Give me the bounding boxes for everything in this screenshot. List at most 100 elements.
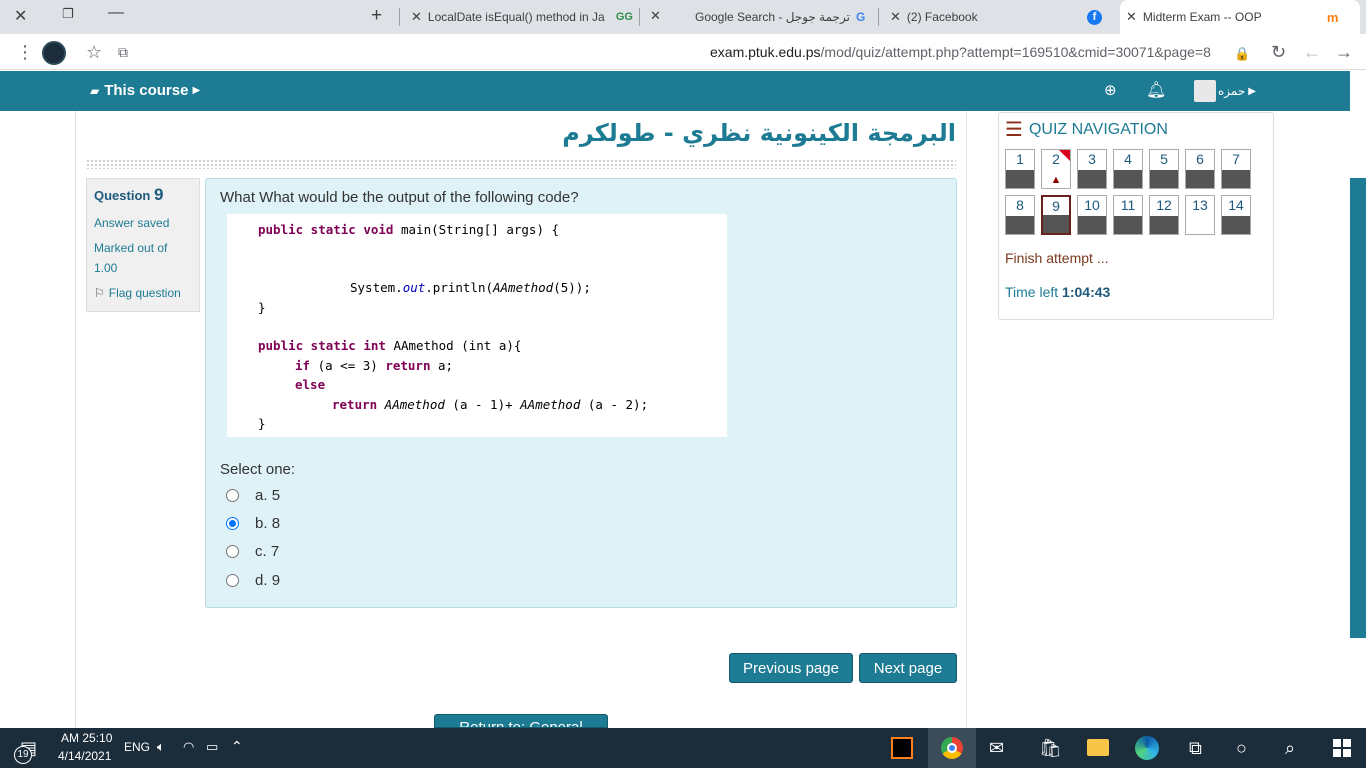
moodle-icon: m	[1326, 9, 1339, 25]
quiz-nav-button-9[interactable]: 9	[1041, 195, 1071, 235]
quiz-nav-button-11[interactable]: 11	[1113, 195, 1143, 235]
chrome-icon[interactable]	[928, 728, 976, 768]
close-window-icon[interactable]: ✕	[14, 6, 27, 26]
main-content: البرمجة الكينونية نظري - طولكرم Question…	[75, 111, 967, 728]
tab-label: Midterm Exam -- OOP	[1142, 10, 1262, 24]
caret-right-icon: ▶	[1248, 85, 1256, 97]
user-menu[interactable]: حمزه ▶	[1194, 80, 1256, 102]
notifications-bell-icon[interactable]: 🔔︎	[1146, 80, 1166, 100]
this-course-menu[interactable]: ▰ This course ▶	[90, 82, 200, 99]
radio-button[interactable]	[226, 488, 239, 502]
answered-indicator	[1222, 170, 1250, 188]
quiz-nav-button-5[interactable]: 5	[1149, 149, 1179, 189]
quiz-nav-button-12[interactable]: 12	[1149, 195, 1179, 235]
quiz-nav-number: 13	[1192, 197, 1208, 213]
answered-indicator	[1222, 216, 1250, 234]
quiz-nav-button-2[interactable]: 2 ▲	[1041, 149, 1071, 189]
return-to-general-button[interactable]: Return to: General	[434, 714, 608, 728]
store-icon[interactable]: 🛍︎	[1039, 736, 1062, 760]
answer-option-a[interactable]: a. 5	[226, 485, 280, 505]
close-tab-icon[interactable]: ✕	[890, 9, 901, 25]
intellij-icon[interactable]	[891, 737, 913, 759]
cortana-icon[interactable]: ○	[1236, 736, 1247, 760]
quiz-nav-button-3[interactable]: 3	[1077, 149, 1107, 189]
quiz-nav-number: 6	[1196, 151, 1204, 167]
radio-button[interactable]	[226, 544, 239, 558]
quiz-nav-number: 12	[1156, 197, 1172, 213]
language-indicator[interactable]: ENG	[124, 740, 150, 754]
battery-icon[interactable]: ▭	[206, 739, 218, 755]
address-bar[interactable]: exam.ptuk.edu.ps/mod/quiz/attempt.php?at…	[710, 44, 1211, 60]
quiz-nav-button-1[interactable]: 1	[1005, 149, 1035, 189]
quiz-nav-number: 7	[1232, 151, 1240, 167]
tab-midterm-exam[interactable]: ✕ Midterm Exam -- OOP m	[1120, 0, 1360, 34]
option-letter: d.	[255, 571, 268, 589]
task-view-icon[interactable]: ⧉	[1189, 736, 1202, 760]
question-text: What What would be the output of the fol…	[220, 189, 579, 206]
flagged-corner-icon	[1059, 150, 1070, 161]
radio-button[interactable]	[226, 573, 239, 587]
question-number-value: 9	[153, 185, 164, 204]
answered-indicator	[1150, 170, 1178, 188]
answered-indicator	[1078, 216, 1106, 234]
file-explorer-icon[interactable]	[1087, 739, 1109, 756]
tab-label: LocalDate isEqual() method in Ja	[427, 10, 605, 24]
answer-option-d[interactable]: d. 9	[226, 570, 280, 590]
previous-page-button[interactable]: Previous page	[729, 653, 853, 683]
answer-option-b[interactable]: b. 8	[226, 513, 280, 533]
answered-indicator	[1043, 215, 1069, 233]
question-grade: Marked out of 1.00	[94, 241, 168, 275]
restore-window-icon[interactable]: ❐	[62, 6, 74, 22]
volume-icon[interactable]: 🔈︎	[157, 739, 165, 755]
menu-icon[interactable]: ⋮	[16, 42, 34, 62]
clock-time[interactable]: AM 25:10	[61, 731, 112, 745]
profile-avatar[interactable]	[42, 41, 66, 65]
chevron-up-icon[interactable]: ⌃	[231, 738, 243, 755]
windows-start-icon[interactable]	[1333, 739, 1351, 757]
time-left: Time left 1:04:43	[1005, 284, 1110, 300]
lock-icon: 🔒	[1234, 46, 1251, 61]
reload-icon[interactable]: ↻	[1271, 42, 1286, 62]
tab-localdate[interactable]: ✕ LocalDate isEqual() method in Ja GG	[405, 0, 633, 34]
answered-indicator	[1114, 170, 1142, 188]
quiz-nav-button-6[interactable]: 6	[1185, 149, 1215, 189]
clock-date[interactable]: 4/14/2021	[58, 749, 111, 763]
close-tab-icon[interactable]: ✕	[650, 8, 661, 24]
quiz-nav-button-4[interactable]: 4	[1113, 149, 1143, 189]
close-tab-icon[interactable]: ✕	[1126, 9, 1137, 25]
minimize-window-icon[interactable]: —	[108, 4, 124, 22]
mail-icon[interactable]: ✉	[989, 736, 1004, 760]
code-line: System.out.println(AAmethod(5));	[350, 280, 591, 295]
quiz-nav-number: 1	[1016, 151, 1024, 167]
radio-button[interactable]	[226, 516, 239, 530]
search-icon[interactable]: ⌕	[1285, 736, 1295, 760]
tab-facebook[interactable]: ✕ (2) Facebook f	[884, 0, 1114, 34]
messages-icon[interactable]: ⊕	[1104, 81, 1117, 99]
book-icon: ▰	[90, 83, 100, 98]
flag-question-button[interactable]: ⚐ Flag question	[94, 283, 192, 303]
translate-icon[interactable]: ⧉	[118, 42, 128, 62]
finish-attempt-link[interactable]: Finish attempt ...	[1005, 250, 1108, 266]
star-icon[interactable]: ☆	[86, 42, 102, 62]
quiz-nav-button-14[interactable]: 14	[1221, 195, 1251, 235]
code-line: return AAmethod (a - 1)+ AAmethod (a - 2…	[332, 397, 649, 412]
close-tab-icon[interactable]: ✕	[411, 9, 422, 25]
new-tab-icon[interactable]: +	[371, 5, 382, 27]
hamburger-icon[interactable]: ☰	[1005, 120, 1023, 140]
code-line: }	[258, 300, 266, 315]
quiz-nav-button-10[interactable]: 10	[1077, 195, 1107, 235]
quiz-nav-button-13[interactable]: 13	[1185, 195, 1215, 235]
tab-google-translate[interactable]: Google Search - ترجمة جوجل G	[695, 0, 870, 34]
scrollbar[interactable]	[1350, 178, 1366, 638]
next-page-button[interactable]: Next page	[859, 653, 957, 683]
edge-icon[interactable]	[1135, 736, 1159, 760]
code-line: else	[295, 377, 326, 392]
answer-option-c[interactable]: c. 7	[226, 541, 279, 561]
avatar	[1194, 80, 1216, 102]
page-title: البرمجة الكينونية نظري - طولكرم	[562, 119, 956, 147]
wifi-icon[interactable]: ◠	[183, 739, 194, 755]
quiz-nav-button-8[interactable]: 8	[1005, 195, 1035, 235]
quiz-nav-button-7[interactable]: 7	[1221, 149, 1251, 189]
forward-icon[interactable]: →	[1335, 42, 1353, 62]
back-icon[interactable]: ←	[1303, 42, 1321, 62]
